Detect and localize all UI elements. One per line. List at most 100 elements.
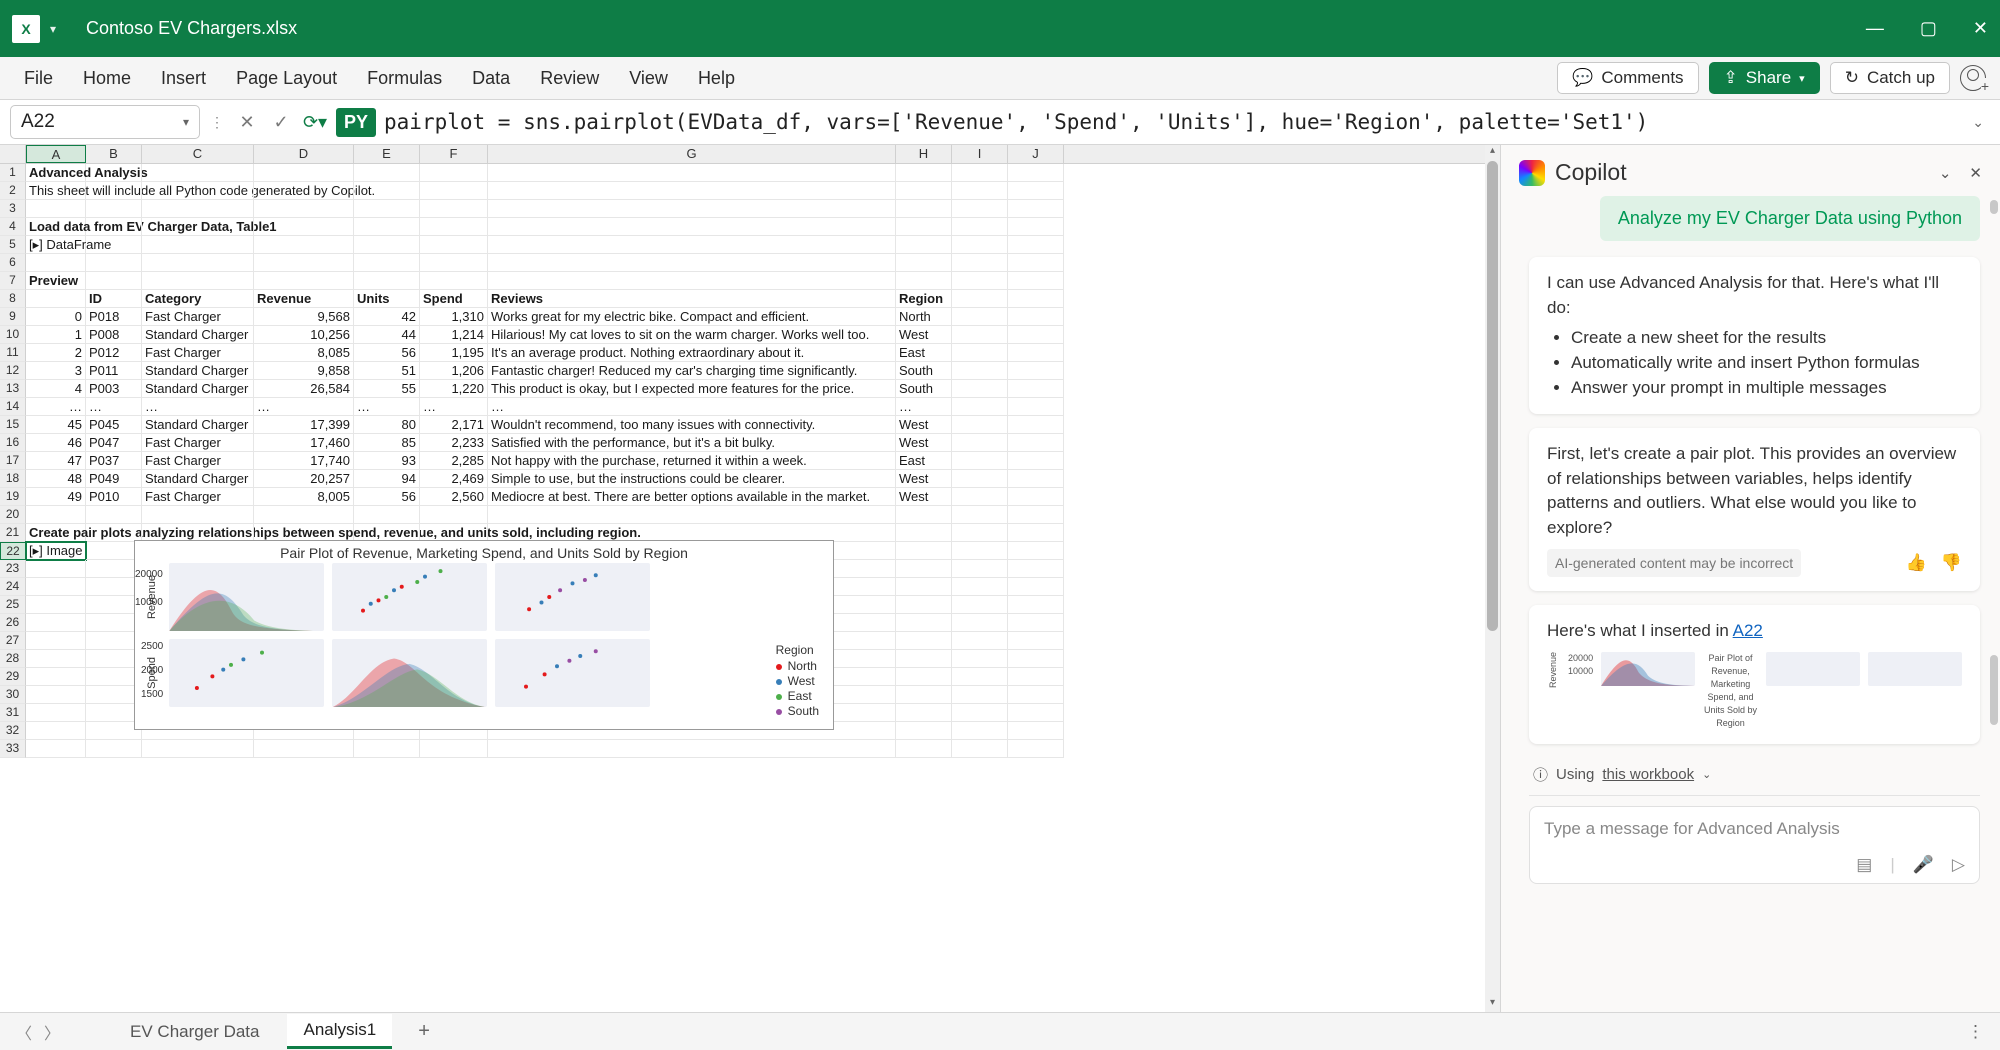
cell-A10[interactable]: 1 [26, 326, 86, 344]
cell-E17[interactable]: 93 [354, 452, 420, 470]
cell-G11[interactable]: It's an average product. Nothing extraor… [488, 344, 896, 362]
cell-A24[interactable] [26, 578, 86, 596]
cell-B3[interactable] [86, 200, 142, 218]
cell-B5[interactable] [86, 236, 142, 254]
cell-C19[interactable]: Fast Charger [142, 488, 254, 506]
cell-H12[interactable]: South [896, 362, 952, 380]
close-panel-icon[interactable]: ✕ [1969, 164, 1982, 182]
cell-I20[interactable] [952, 506, 1008, 524]
col-header-B[interactable]: B [86, 145, 142, 163]
cell-J11[interactable] [1008, 344, 1064, 362]
row-header[interactable]: 4 [0, 218, 26, 236]
cell-E3[interactable] [354, 200, 420, 218]
cell-D14[interactable]: … [254, 398, 354, 416]
cell-H31[interactable] [896, 704, 952, 722]
cell-I15[interactable] [952, 416, 1008, 434]
microphone-icon[interactable]: 🎤 [1913, 855, 1934, 875]
cell-J22[interactable] [1008, 542, 1064, 560]
cell-I6[interactable] [952, 254, 1008, 272]
cell-I29[interactable] [952, 668, 1008, 686]
cell-F10[interactable]: 1,214 [420, 326, 488, 344]
cell-J17[interactable] [1008, 452, 1064, 470]
row-header[interactable]: 22 [0, 542, 26, 560]
cell-J3[interactable] [1008, 200, 1064, 218]
share-button[interactable]: ⇪ Share ▾ [1709, 62, 1820, 94]
cell-F13[interactable]: 1,220 [420, 380, 488, 398]
cell-J21[interactable] [1008, 524, 1064, 542]
cell-E12[interactable]: 51 [354, 362, 420, 380]
cell-H11[interactable]: East [896, 344, 952, 362]
cell-G33[interactable] [488, 740, 896, 758]
cell-C3[interactable] [142, 200, 254, 218]
cell-I21[interactable] [952, 524, 1008, 542]
cell-J13[interactable] [1008, 380, 1064, 398]
cell-I4[interactable] [952, 218, 1008, 236]
cell-H10[interactable]: West [896, 326, 952, 344]
cell-A25[interactable] [26, 596, 86, 614]
cell-A12[interactable]: 3 [26, 362, 86, 380]
sheet-tab-ev-charger-data[interactable]: EV Charger Data [114, 1016, 275, 1048]
cell-B15[interactable]: P045 [86, 416, 142, 434]
cell-D13[interactable]: 26,584 [254, 380, 354, 398]
cell-B10[interactable]: P008 [86, 326, 142, 344]
cell-J29[interactable] [1008, 668, 1064, 686]
send-icon[interactable]: ▷ [1952, 855, 1965, 875]
cell-C1[interactable] [142, 164, 254, 182]
cell-D5[interactable] [254, 236, 354, 254]
cell-F4[interactable] [420, 218, 488, 236]
cell-H1[interactable] [896, 164, 952, 182]
qat-chevron-icon[interactable]: ▾ [50, 22, 56, 36]
col-header-G[interactable]: G [488, 145, 896, 163]
cell-G10[interactable]: Hilarious! My cat loves to sit on the wa… [488, 326, 896, 344]
cell-B1[interactable] [86, 164, 142, 182]
cell-A14[interactable]: … [26, 398, 86, 416]
cell-C14[interactable]: … [142, 398, 254, 416]
cell-C5[interactable] [142, 236, 254, 254]
cell-E14[interactable]: … [354, 398, 420, 416]
cell-I26[interactable] [952, 614, 1008, 632]
row-header[interactable]: 15 [0, 416, 26, 434]
cell-D9[interactable]: 9,568 [254, 308, 354, 326]
cell-G8[interactable]: Reviews [488, 290, 896, 308]
cell-E11[interactable]: 56 [354, 344, 420, 362]
tab-review[interactable]: Review [540, 68, 599, 89]
cell-H28[interactable] [896, 650, 952, 668]
cell-G6[interactable] [488, 254, 896, 272]
cell-C10[interactable]: Standard Charger [142, 326, 254, 344]
workbook-context-link[interactable]: this workbook [1602, 766, 1694, 783]
cell-I14[interactable] [952, 398, 1008, 416]
cell-F17[interactable]: 2,285 [420, 452, 488, 470]
cell-H3[interactable] [896, 200, 952, 218]
col-header-C[interactable]: C [142, 145, 254, 163]
cancel-formula-icon[interactable]: ✕ [234, 112, 260, 133]
expand-formula-icon[interactable]: ⌄ [1966, 114, 1990, 131]
row-header[interactable]: 3 [0, 200, 26, 218]
cell-F7[interactable] [420, 272, 488, 290]
row-header[interactable]: 7 [0, 272, 26, 290]
cell-I16[interactable] [952, 434, 1008, 452]
cell-A4[interactable]: Load data from EV Charger Data, Table1 [26, 218, 86, 236]
cell-F9[interactable]: 1,310 [420, 308, 488, 326]
cell-H19[interactable]: West [896, 488, 952, 506]
cell-I10[interactable] [952, 326, 1008, 344]
cell-A2[interactable]: This sheet will include all Python code … [26, 182, 86, 200]
row-header[interactable]: 20 [0, 506, 26, 524]
cell-E16[interactable]: 85 [354, 434, 420, 452]
cell-I1[interactable] [952, 164, 1008, 182]
cell-A8[interactable] [26, 290, 86, 308]
cell-D1[interactable] [254, 164, 354, 182]
scroll-thumb[interactable] [1990, 200, 1998, 214]
cell-G20[interactable] [488, 506, 896, 524]
cell-A5[interactable]: [▸] DataFrame [26, 236, 86, 254]
cell-A26[interactable] [26, 614, 86, 632]
thumbs-down-icon[interactable]: 👎 [1941, 551, 1962, 576]
cell-J20[interactable] [1008, 506, 1064, 524]
cell-B9[interactable]: P018 [86, 308, 142, 326]
cell-J28[interactable] [1008, 650, 1064, 668]
cell-E15[interactable]: 80 [354, 416, 420, 434]
cell-C11[interactable]: Fast Charger [142, 344, 254, 362]
cell-B8[interactable]: ID [86, 290, 142, 308]
cell-A17[interactable]: 47 [26, 452, 86, 470]
cell-E33[interactable] [354, 740, 420, 758]
scroll-down-icon[interactable]: ▾ [1485, 997, 1500, 1012]
